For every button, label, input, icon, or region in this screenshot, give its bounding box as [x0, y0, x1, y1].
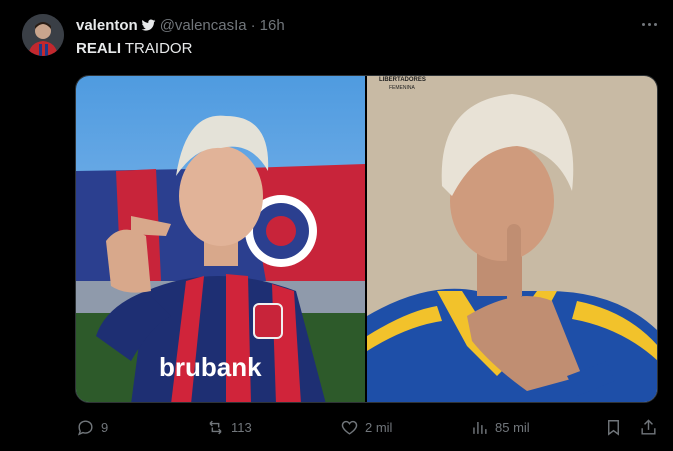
bookmark-button[interactable]: [604, 418, 623, 437]
reply-count: 9: [101, 420, 109, 435]
like-button[interactable]: 2 mil: [340, 418, 392, 437]
media-grid: brubank LIBERTADORES FEMENINA: [75, 75, 658, 403]
separator-dot: ·: [250, 16, 256, 34]
display-name[interactable]: valenton: [76, 17, 138, 34]
retweet-count: 113: [231, 420, 252, 435]
photo-right[interactable]: LIBERTADORES FEMENINA: [367, 76, 657, 402]
event-tag-line1: LIBERTADORES: [379, 77, 426, 83]
reply-icon: [77, 420, 93, 436]
tweet-header: valenton @valencasIa · 16h: [76, 15, 285, 35]
retweet-button[interactable]: 113: [206, 418, 252, 437]
share-button[interactable]: [639, 418, 658, 437]
action-bar: 9 113 2 mil 85 mil: [76, 418, 660, 440]
event-tag-line2: FEMENINA: [389, 85, 416, 91]
views-icon: [473, 421, 487, 434]
views-count: 85 mil: [495, 420, 530, 435]
photo-left[interactable]: brubank: [76, 76, 365, 402]
more-options-icon[interactable]: [639, 16, 659, 32]
tweet-text-bold: REALI: [76, 40, 121, 57]
timestamp[interactable]: 16h: [260, 17, 285, 34]
bookmark-icon: [608, 420, 619, 436]
tweet-text-rest: TRAIDOR: [121, 40, 193, 57]
avatar-image: [22, 14, 64, 56]
avatar[interactable]: [22, 14, 64, 56]
share-icon: [641, 419, 656, 435]
views-button[interactable]: 85 mil: [470, 418, 530, 437]
jersey-sponsor-text: brubank: [159, 352, 262, 382]
reply-button[interactable]: 9: [76, 418, 108, 437]
tweet-text: REALI TRAIDOR: [76, 40, 192, 57]
retweet-icon: [209, 420, 222, 435]
user-handle[interactable]: @valencasIa: [160, 17, 247, 34]
bird-icon: [141, 18, 156, 33]
like-count: 2 mil: [365, 420, 393, 435]
heart-icon: [341, 420, 358, 435]
